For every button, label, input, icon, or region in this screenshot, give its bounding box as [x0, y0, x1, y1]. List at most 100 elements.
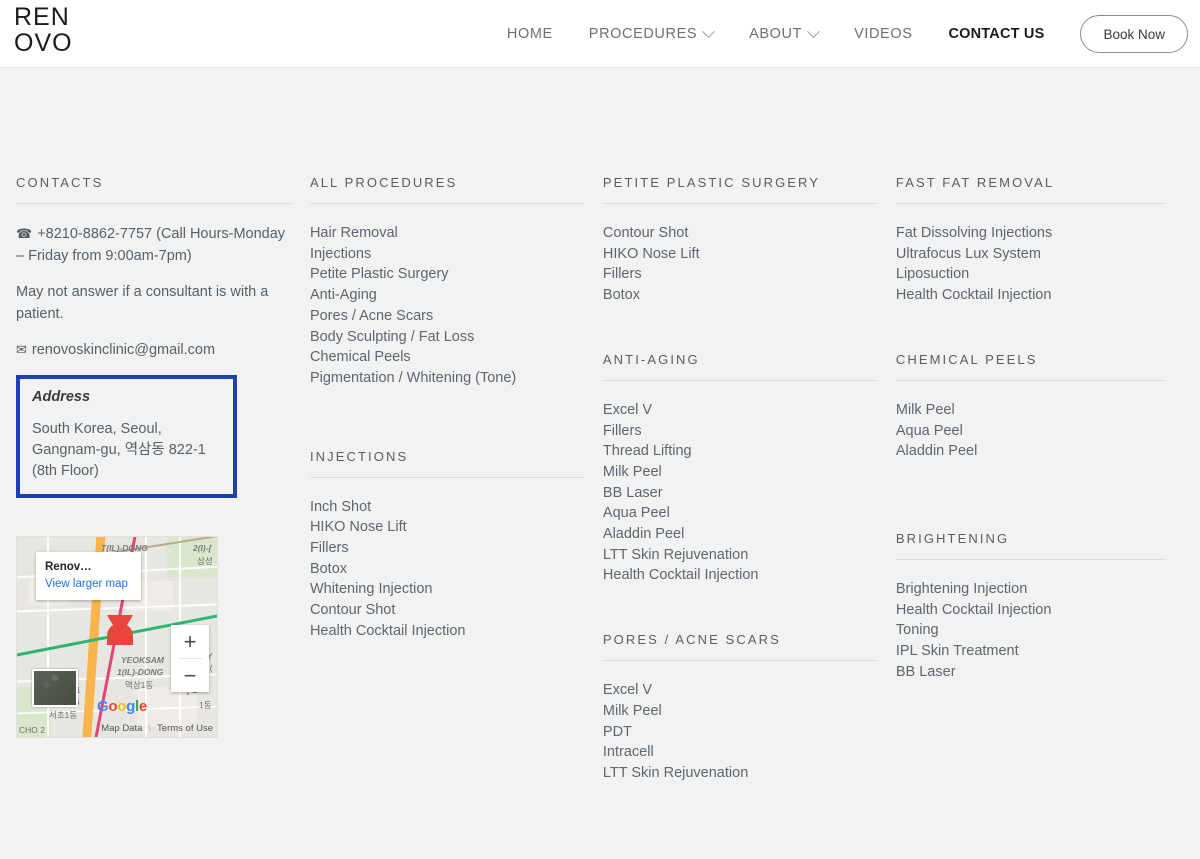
nav-item-procedures[interactable]: PROCEDURES: [589, 24, 715, 42]
list-item[interactable]: HIKO Nose Lift: [310, 517, 585, 538]
list-item[interactable]: BB Laser: [603, 483, 878, 504]
attribution-separator: \: [148, 722, 152, 734]
widget-title: CHEMICAL PEELS: [895, 352, 1166, 381]
map-zoom-controls: + −: [171, 625, 209, 692]
footer-column-all-procedures: ALL PROCEDURES Hair Removal Injections P…: [309, 175, 603, 784]
list-item[interactable]: Health Cocktail Injection: [603, 565, 878, 586]
widget-spacer: [896, 306, 1166, 352]
contact-email-line: ✉ renovoskinclinic@gmail.com: [16, 339, 292, 361]
chevron-down-icon: [807, 24, 820, 38]
google-logo-letter: G: [97, 698, 109, 715]
list-item[interactable]: Fillers: [310, 538, 585, 559]
list-item[interactable]: Contour Shot: [310, 600, 585, 621]
list-item[interactable]: Health Cocktail Injection: [896, 285, 1166, 306]
widget-spacer: [603, 306, 878, 352]
google-logo: Google: [97, 698, 147, 715]
list-item[interactable]: Inch Shot: [310, 497, 585, 518]
list-item[interactable]: Intracell: [603, 742, 878, 763]
site-header: REN OVO HOME PROCEDURES ABOUT VIDEOS CON…: [0, 0, 1200, 68]
terms-of-use-link[interactable]: Terms of Use: [157, 723, 213, 734]
list-item[interactable]: Fillers: [603, 421, 878, 442]
footer-column-petite-plastic-surgery: PETITE PLASTIC SURGERY Contour Shot HIKO…: [602, 175, 896, 784]
list-item[interactable]: Fillers: [603, 264, 878, 285]
footer-column-contacts: CONTACTS ☎ +8210-8862-7757 (Call Hours-Mo…: [16, 175, 310, 784]
list-item[interactable]: Botox: [603, 285, 878, 306]
nav-label: VIDEOS: [854, 26, 913, 42]
contact-email-text[interactable]: renovoskinclinic@gmail.com: [32, 342, 215, 358]
list-item[interactable]: Hair Removal: [310, 223, 585, 244]
list-item[interactable]: Anti-Aging: [310, 285, 585, 306]
phone-icon: ☎: [16, 226, 33, 241]
link-list: Excel V Milk Peel PDT Intracell LTT Skin…: [603, 680, 878, 784]
list-item[interactable]: Injections: [310, 244, 585, 265]
list-item[interactable]: Aladdin Peel: [896, 441, 1166, 462]
logo-line-1: REN: [14, 3, 70, 31]
list-item[interactable]: Pigmentation / Whitening (Tone): [310, 368, 585, 389]
list-item[interactable]: Milk Peel: [896, 400, 1166, 421]
list-item[interactable]: Milk Peel: [603, 462, 878, 483]
list-item[interactable]: Chemical Peels: [310, 347, 585, 368]
widget-spacer: [603, 586, 878, 632]
list-item[interactable]: LTT Skin Rejuvenation: [603, 763, 878, 784]
list-item[interactable]: Body Sculpting / Fat Loss: [310, 327, 585, 348]
nav-label: CONTACT US: [948, 26, 1045, 42]
list-item[interactable]: Pores / Acne Scars: [310, 306, 585, 327]
list-item[interactable]: Fat Dissolving Injections: [896, 223, 1166, 244]
map-info-card[interactable]: Renov… View larger map: [36, 552, 141, 600]
zoom-in-button[interactable]: +: [171, 625, 209, 658]
link-list: Contour Shot HIKO Nose Lift Fillers Boto…: [603, 223, 878, 306]
list-item[interactable]: Liposuction: [896, 264, 1166, 285]
widget-pores-acne-scars: PORES / ACNE SCARS Excel V Milk Peel PDT…: [602, 632, 878, 784]
nav-label: HOME: [506, 26, 553, 42]
widget-body: Contour Shot HIKO Nose Lift Fillers Boto…: [603, 204, 878, 306]
widget-title: PETITE PLASTIC SURGERY: [602, 175, 878, 204]
list-item[interactable]: Aqua Peel: [603, 503, 878, 524]
nav-item-videos[interactable]: VIDEOS: [854, 26, 912, 42]
link-list: Brightening Injection Health Cocktail In…: [896, 579, 1166, 683]
footer-columns: CONTACTS ☎ +8210-8862-7757 (Call Hours-Mo…: [0, 175, 1200, 784]
list-item[interactable]: IPL Skin Treatment: [896, 641, 1166, 662]
contact-note: May not answer if a consultant is with a…: [16, 284, 269, 322]
list-item[interactable]: Toning: [896, 620, 1166, 641]
view-larger-map-link[interactable]: View larger map: [45, 577, 132, 591]
book-now-button[interactable]: Book Now: [1080, 15, 1188, 53]
widget-title: PORES / ACNE SCARS: [602, 632, 878, 662]
list-item[interactable]: Excel V: [603, 400, 878, 421]
widget-contacts: CONTACTS ☎ +8210-8862-7757 (Call Hours-Mo…: [16, 175, 292, 738]
list-item[interactable]: Brightening Injection: [896, 579, 1166, 600]
list-item[interactable]: PDT: [603, 722, 878, 743]
widget-body: Milk Peel Aqua Peel Aladdin Peel: [896, 381, 1166, 462]
widget-petite-plastic-surgery: PETITE PLASTIC SURGERY Contour Shot HIKO…: [602, 175, 878, 306]
contact-phone-text[interactable]: +8210-8862-7757 (Call Hours-Monday – Fri…: [16, 226, 285, 264]
list-item[interactable]: Aqua Peel: [896, 421, 1166, 442]
widget-title: FAST FAT REMOVAL: [895, 175, 1166, 204]
list-item[interactable]: Whitening Injection: [310, 579, 585, 600]
map-label: 역삼1동: [125, 680, 154, 690]
list-item[interactable]: Health Cocktail Injection: [310, 621, 585, 642]
zoom-out-button[interactable]: −: [171, 659, 209, 692]
list-item[interactable]: Aladdin Peel: [603, 524, 878, 545]
link-list: Milk Peel Aqua Peel Aladdin Peel: [896, 400, 1166, 462]
widget-spacer: [310, 389, 585, 449]
list-item[interactable]: Excel V: [603, 680, 878, 701]
nav-item-home[interactable]: HOME: [507, 26, 553, 42]
list-item[interactable]: HIKO Nose Lift: [603, 244, 878, 265]
list-item[interactable]: Botox: [310, 559, 585, 580]
nav-item-about[interactable]: ABOUT: [749, 24, 820, 42]
list-item[interactable]: Petite Plastic Surgery: [310, 264, 585, 285]
list-item[interactable]: BB Laser: [896, 662, 1166, 683]
site-logo[interactable]: REN OVO: [14, 4, 73, 56]
nav-item-contact-us[interactable]: CONTACT US: [948, 26, 1044, 42]
list-item[interactable]: Thread Lifting: [603, 441, 878, 462]
list-item[interactable]: Contour Shot: [603, 223, 878, 244]
list-item[interactable]: Milk Peel: [603, 701, 878, 722]
list-item[interactable]: LTT Skin Rejuvenation: [603, 545, 878, 566]
link-list: Fat Dissolving Injections Ultrafocus Lux…: [896, 223, 1166, 306]
list-item[interactable]: Health Cocktail Injection: [896, 600, 1166, 621]
contacts-body: ☎ +8210-8862-7757 (Call Hours-Monday – Fr…: [16, 204, 292, 738]
google-map-embed[interactable]: T(IL)-DONG2(I)-[삼성YEOKSAM1(IL)-DONG역삼1동O…: [16, 536, 218, 738]
main-navigation: HOME PROCEDURES ABOUT VIDEOS CONTACT US …: [507, 0, 1200, 68]
street-view-thumbnail[interactable]: [32, 669, 78, 707]
map-data-link[interactable]: Map Data: [101, 723, 142, 734]
list-item[interactable]: Ultrafocus Lux System: [896, 244, 1166, 265]
